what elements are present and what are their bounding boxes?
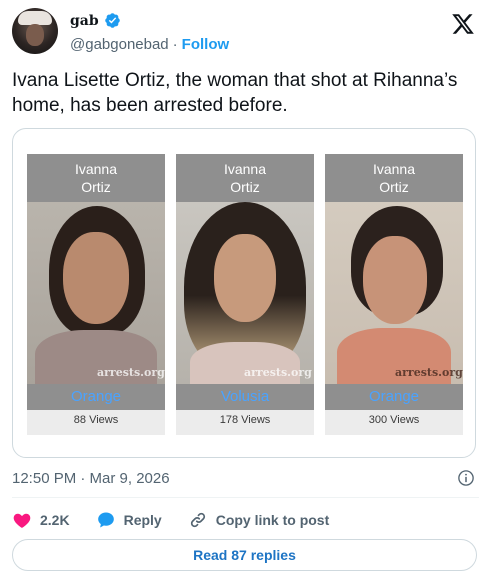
mugshot-first-name: Ivanna (223, 161, 267, 177)
tweet-timestamp[interactable]: 12:50 PM · Mar 9, 2026 (12, 470, 170, 487)
mugshot-last-name: Ortiz (379, 179, 409, 195)
mugshot-photo: arrests.org (325, 202, 463, 384)
mugshot-views: 178 Views (219, 414, 271, 426)
copy-link-button[interactable]: Copy link to post (188, 510, 330, 530)
mugshot-views: 300 Views (368, 414, 420, 426)
mugshot-views: 88 Views (73, 414, 119, 426)
media-card[interactable]: Ivanna Ortiz arrests.org Orange 88 Views… (12, 128, 476, 458)
tweet-header: gab @gabgonebad · Follow (12, 8, 479, 58)
mugshot-watermark: arrests.org (97, 366, 165, 379)
reply-button[interactable]: Reply (96, 510, 162, 530)
mugshot-county-link[interactable]: Orange (27, 384, 165, 410)
mugshot-name-box: Ivanna Ortiz (176, 154, 314, 202)
mugshot-watermark: arrests.org (244, 366, 312, 379)
mugshot-photo: arrests.org (27, 202, 165, 384)
mugshot-county-link[interactable]: Volusia (176, 384, 314, 410)
avatar-hat-shape (18, 11, 52, 25)
author-display-name[interactable]: gab (70, 13, 99, 29)
x-logo-icon[interactable] (451, 12, 475, 36)
author-name-row: gab (70, 12, 121, 29)
follow-button[interactable]: Follow (182, 36, 230, 53)
divider (12, 497, 479, 498)
mugshot-watermark: arrests.org (395, 366, 463, 379)
mugshot-name-box: Ivanna Ortiz (27, 154, 165, 202)
tweet-timestamp-row: 12:50 PM · Mar 9, 2026 (12, 470, 479, 487)
copy-link-label: Copy link to post (215, 512, 330, 528)
reply-label: Reply (123, 512, 162, 528)
mugshot-card[interactable]: Ivanna Ortiz arrests.org Orange 88 Views (27, 154, 165, 435)
like-count: 2.2K (40, 512, 70, 528)
mugshot-county-link[interactable]: Orange (325, 384, 463, 410)
mugshot-first-name: Ivanna (372, 161, 416, 177)
tweet-text: Ivana Lisette Ortiz, the woman that shot… (12, 70, 458, 116)
author-handle[interactable]: @gabgonebad (70, 36, 169, 53)
reply-bubble-icon (97, 512, 114, 528)
mugshot-name-box: Ivanna Ortiz (325, 154, 463, 202)
mugshot-card[interactable]: Ivanna Ortiz arrests.org Orange 300 View… (325, 154, 463, 435)
mugshot-card[interactable]: Ivanna Ortiz arrests.org Volusia 178 Vie… (176, 154, 314, 435)
avatar-face-shape (26, 24, 44, 46)
action-bar: 2.2K Reply Copy link to post (12, 508, 479, 532)
mugshot-first-name: Ivanna (74, 161, 118, 177)
link-icon (190, 512, 205, 528)
mugshot-last-name: Ortiz (81, 179, 111, 195)
mugshot-photo: arrests.org (176, 202, 314, 384)
like-button[interactable]: 2.2K (12, 510, 70, 530)
verified-badge-icon (104, 13, 120, 28)
author-avatar[interactable] (12, 8, 58, 54)
read-replies-button[interactable]: Read 87 replies (12, 539, 477, 571)
mugshot-last-name: Ortiz (230, 179, 260, 195)
info-icon[interactable] (457, 469, 475, 487)
heart-icon (13, 513, 31, 528)
separator-dot: · (172, 36, 178, 53)
author-handle-row: @gabgonebad · Follow (70, 36, 229, 53)
